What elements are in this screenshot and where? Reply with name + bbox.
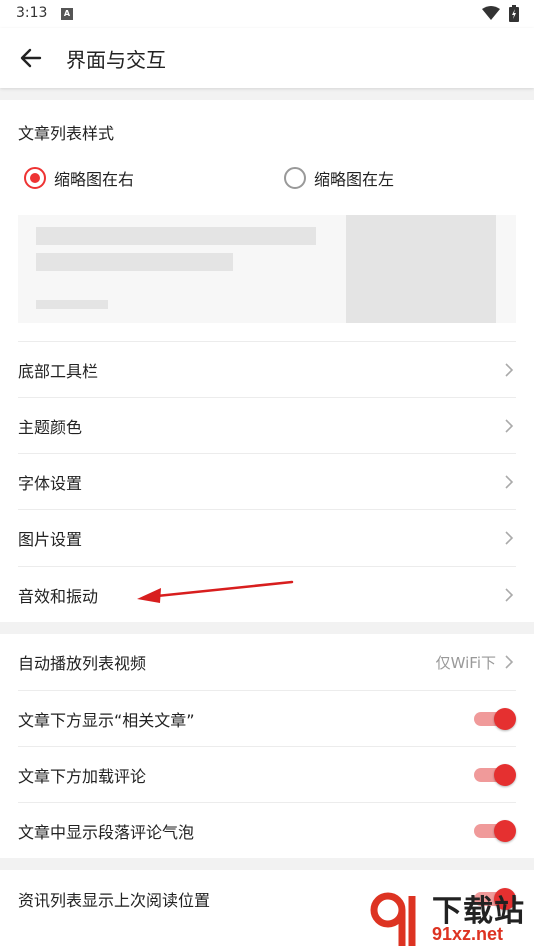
toggle-label: 文章下方加载评论 — [18, 766, 147, 786]
toggle-row-load-comments: 文章下方加载评论 — [18, 746, 516, 802]
status-bar: 3:13 A — [0, 0, 534, 28]
chevron-right-icon — [505, 418, 514, 433]
autoplay-value: 仅WiFi下 — [435, 653, 496, 672]
wifi-icon — [482, 6, 500, 20]
autoplay-label: 自动播放列表视频 — [18, 654, 147, 673]
radio-unchecked-icon — [284, 167, 306, 189]
menu-item-bottom-toolbar[interactable]: 底部工具栏 — [18, 341, 516, 397]
page-title: 界面与交互 — [66, 48, 166, 72]
battery-icon — [509, 5, 519, 22]
watermark-mark-icon — [370, 892, 416, 946]
status-time: 3:13 — [16, 5, 48, 21]
chevron-right-icon — [505, 655, 514, 669]
watermark-url: 91xz.net — [432, 924, 504, 944]
article-style-label: 文章列表样式 — [18, 124, 115, 143]
radio-checked-icon — [24, 167, 46, 189]
load-comments-toggle[interactable] — [474, 763, 516, 786]
chevron-right-icon — [505, 587, 514, 602]
menu-item-theme-color[interactable]: 主题颜色 — [18, 397, 516, 453]
menu-item-font-settings[interactable]: 字体设置 — [18, 453, 516, 509]
paragraph-bubble-toggle[interactable] — [474, 819, 516, 842]
notification-icon: A — [61, 8, 73, 20]
chevron-right-icon — [505, 362, 514, 377]
radio-thumbnail-left[interactable]: 缩略图在左 — [284, 166, 394, 190]
menu-item-label: 字体设置 — [18, 473, 83, 493]
preview-title-line — [36, 253, 233, 271]
watermark-logo: 下载站 91xz.net — [364, 886, 534, 950]
annotation-arrow-icon — [137, 580, 294, 603]
toggle-row-related-articles: 文章下方显示“相关文章” — [18, 690, 516, 746]
radio-label: 缩略图在左 — [314, 170, 395, 189]
preview-thumbnail — [346, 215, 496, 323]
toggle-label: 文章下方显示“相关文章” — [18, 710, 195, 730]
autoplay-video-row[interactable]: 自动播放列表视频 仅WiFi下 — [18, 634, 516, 690]
preview-meta-line — [36, 300, 108, 309]
menu-item-label: 图片设置 — [18, 529, 83, 549]
menu-item-label: 底部工具栏 — [18, 361, 99, 381]
app-bar: 界面与交互 — [0, 28, 534, 88]
radio-thumbnail-right[interactable]: 缩略图在右 — [24, 166, 134, 190]
layout-preview — [18, 215, 516, 323]
appearance-card: 文章列表样式 缩略图在右 缩略图在左 底部工具栏 主题颜色 字体设置 图片设置 … — [0, 100, 534, 622]
menu-item-label: 主题颜色 — [18, 417, 83, 437]
back-arrow-icon[interactable] — [18, 45, 44, 71]
toggle-row-paragraph-comment-bubble: 文章中显示段落评论气泡 — [18, 802, 516, 858]
interaction-card: 自动播放列表视频 仅WiFi下 文章下方显示“相关文章” 文章下方加载评论 文章… — [0, 634, 534, 858]
menu-item-image-settings[interactable]: 图片设置 — [18, 509, 516, 565]
radio-label: 缩略图在右 — [54, 170, 135, 189]
preview-title-line — [36, 227, 316, 245]
chevron-right-icon — [505, 474, 514, 489]
related-articles-toggle[interactable] — [474, 707, 516, 730]
chevron-right-icon — [505, 530, 514, 545]
toggle-label: 文章中显示段落评论气泡 — [18, 822, 195, 842]
